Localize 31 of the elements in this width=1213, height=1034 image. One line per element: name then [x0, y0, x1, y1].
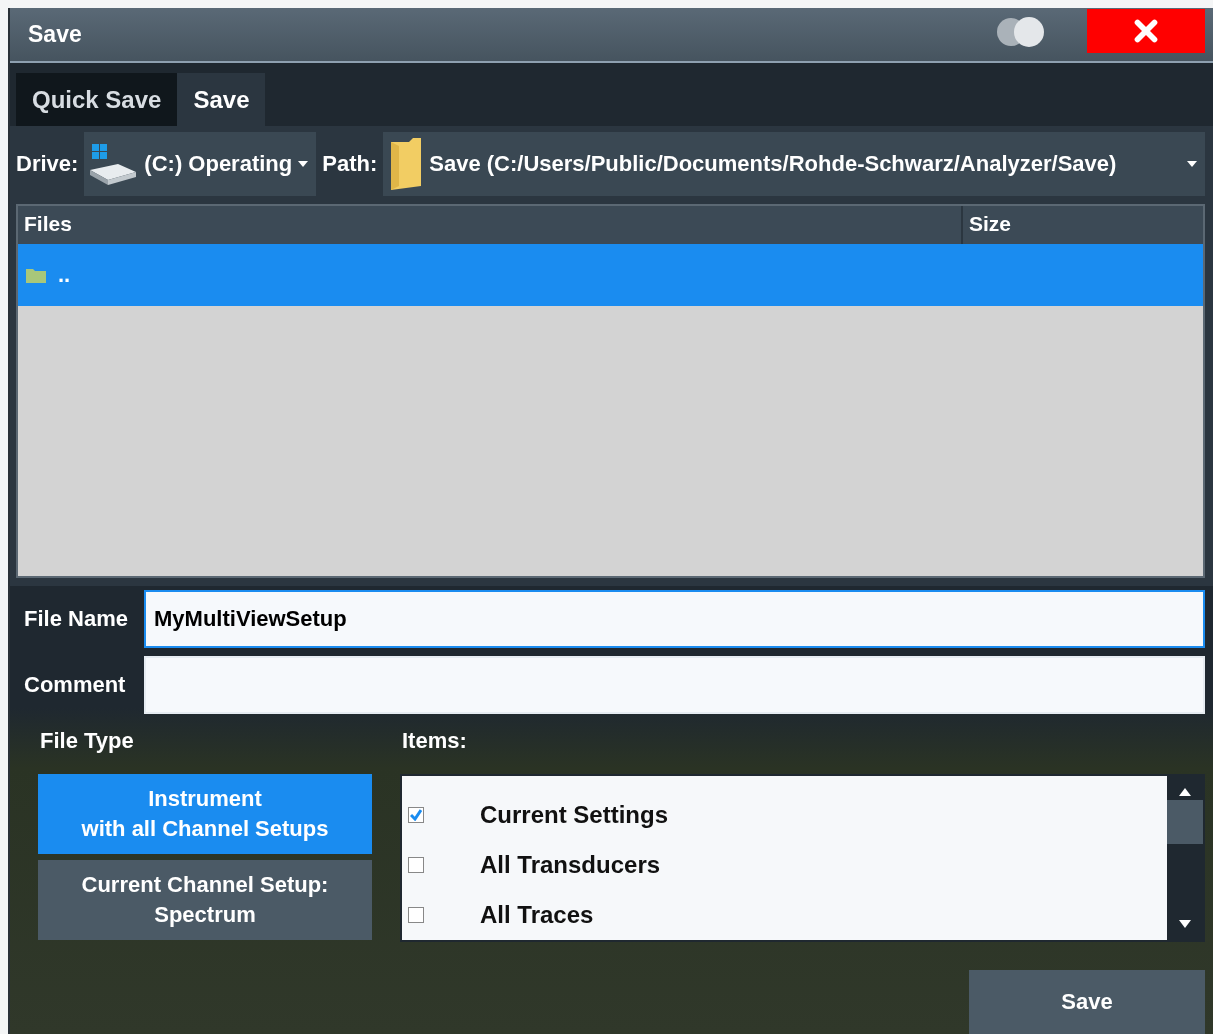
- item-label: All Traces: [480, 901, 594, 929]
- item-label: All Transducers: [480, 851, 661, 879]
- folder-icon: [26, 267, 46, 283]
- toggle-icon[interactable]: [995, 15, 1047, 48]
- path-label: Path:: [322, 151, 378, 177]
- tab[interactable]: Save: [177, 73, 266, 126]
- save-button[interactable]: Save: [969, 970, 1205, 1034]
- tab[interactable]: Quick Save: [16, 73, 178, 126]
- scroll-down-icon[interactable]: [1179, 920, 1191, 928]
- checkbox[interactable]: [408, 907, 424, 923]
- close-button[interactable]: [1087, 8, 1205, 53]
- caret-icon: [1187, 161, 1197, 167]
- file-type-label: File Type: [39, 728, 135, 755]
- comment-field[interactable]: [144, 656, 1205, 714]
- file-type-option[interactable]: Current Channel Setup: Spectrum: [38, 860, 372, 940]
- item-label: Current Settings: [480, 801, 668, 829]
- drive-label: Drive:: [16, 151, 79, 177]
- file-name-label: File Name: [24, 606, 129, 632]
- window-title: Save: [28, 21, 83, 48]
- items-label: Items:: [401, 728, 468, 755]
- drive-icon: [88, 142, 139, 186]
- scroll-up-icon[interactable]: [1179, 788, 1191, 796]
- checkbox[interactable]: [408, 857, 424, 873]
- file-name-field[interactable]: MyMultiViewSetup: [144, 590, 1205, 648]
- column-header: Files: [23, 211, 73, 237]
- scrollbar[interactable]: [1167, 776, 1203, 940]
- path-dropdown[interactable]: Save (C:/Users/Public/Documents/Rohde-Schwarz/Analyzer/Save): [383, 132, 1205, 196]
- caret-icon: [298, 161, 309, 167]
- drive-dropdown[interactable]: (C:) Operating: [84, 132, 317, 196]
- checkbox[interactable]: [408, 807, 424, 823]
- comment-label: Comment: [24, 672, 127, 698]
